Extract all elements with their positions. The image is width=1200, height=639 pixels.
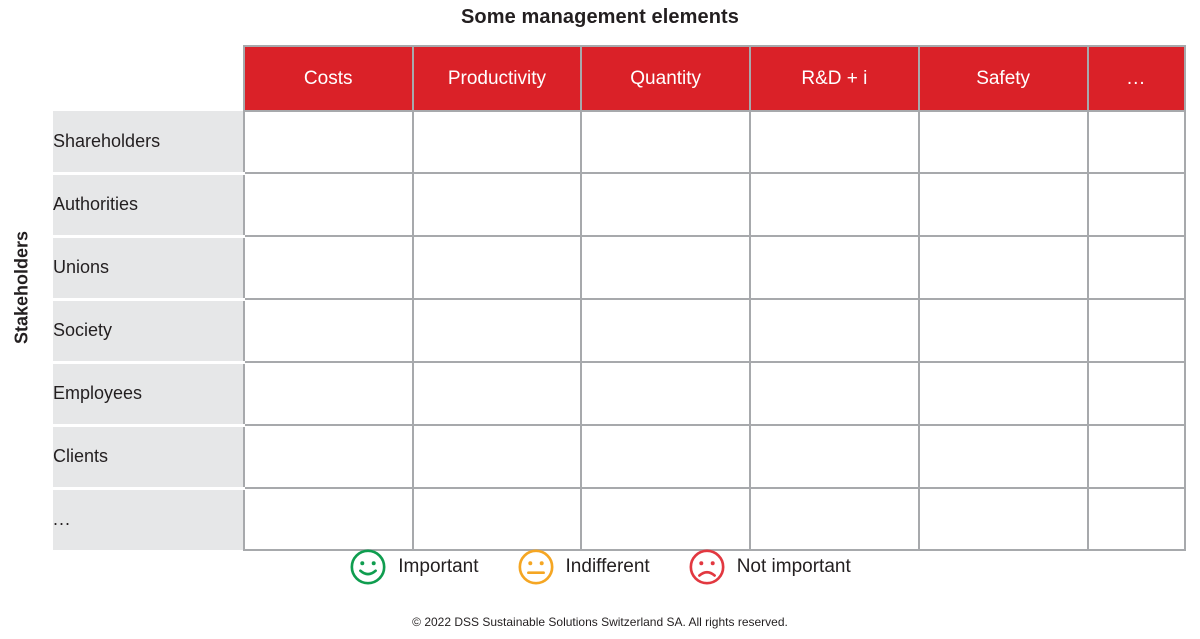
matrix-cell[interactable]: [1086, 361, 1186, 426]
column-header-safety[interactable]: Safety: [917, 45, 1089, 112]
legend-label-important: Important: [398, 556, 479, 577]
matrix-cell[interactable]: [580, 110, 752, 174]
matrix-cell[interactable]: [917, 298, 1089, 363]
row-label-unions[interactable]: Unions: [53, 236, 244, 301]
matrix-cell[interactable]: [580, 361, 752, 426]
matrix-cell[interactable]: [242, 110, 414, 174]
row-label-more[interactable]: ...: [53, 488, 244, 550]
matrix-cell[interactable]: [1086, 298, 1186, 363]
matrix-cell[interactable]: [411, 110, 583, 174]
legend-item-not-important: Not important: [688, 548, 851, 586]
smiley-neutral-icon: [517, 548, 555, 586]
matrix-cell[interactable]: [580, 298, 752, 363]
matrix-body: Shareholders Authorities Unions Society …: [53, 110, 1186, 551]
column-header-productivity[interactable]: Productivity: [411, 45, 583, 112]
row-label-clients[interactable]: Clients: [53, 425, 244, 490]
matrix-cell[interactable]: [917, 361, 1089, 426]
matrix-cell[interactable]: [580, 487, 752, 551]
matrix-cell[interactable]: [411, 172, 583, 237]
column-header-more[interactable]: ...: [1086, 45, 1186, 112]
legend-item-indifferent: Indifferent: [517, 548, 650, 586]
column-header-costs[interactable]: Costs: [242, 45, 414, 112]
table-row: Shareholders: [53, 110, 1186, 175]
matrix-cell[interactable]: [411, 487, 583, 551]
matrix-cell[interactable]: [580, 172, 752, 237]
matrix-cell[interactable]: [917, 424, 1089, 489]
stakeholder-matrix: Costs Productivity Quantity R&D + i Safe…: [53, 45, 1186, 551]
matrix-cell[interactable]: [1086, 424, 1186, 489]
matrix-cell[interactable]: [411, 235, 583, 300]
table-row: Society: [53, 298, 1186, 364]
table-row: ...: [53, 487, 1186, 551]
matrix-cell[interactable]: [917, 487, 1089, 551]
y-axis-label: Stakeholders: [11, 230, 32, 345]
table-row: Employees: [53, 361, 1186, 427]
matrix-cell[interactable]: [749, 487, 920, 551]
smiley-happy-icon: [349, 548, 387, 586]
matrix-cell[interactable]: [1086, 487, 1186, 551]
matrix-cell[interactable]: [411, 424, 583, 489]
matrix-cell[interactable]: [242, 487, 414, 551]
column-header-rd-plus-i[interactable]: R&D + i: [749, 45, 920, 112]
matrix-cell[interactable]: [749, 110, 920, 174]
matrix-cell[interactable]: [917, 110, 1089, 174]
matrix-cell[interactable]: [917, 235, 1089, 300]
matrix-cell[interactable]: [1086, 110, 1186, 174]
matrix-cell[interactable]: [749, 298, 920, 363]
row-label-authorities[interactable]: Authorities: [53, 173, 244, 238]
matrix-cell[interactable]: [917, 172, 1089, 237]
matrix-cell[interactable]: [1086, 235, 1186, 300]
legend-label-not-important: Not important: [736, 556, 851, 577]
matrix-cell[interactable]: [242, 361, 414, 426]
matrix-cell[interactable]: [242, 298, 414, 363]
row-label-employees[interactable]: Employees: [53, 362, 244, 427]
legend-label-indifferent: Indifferent: [565, 556, 650, 577]
page-title: Some management elements: [460, 6, 740, 28]
column-header-quantity[interactable]: Quantity: [580, 45, 752, 112]
matrix-cell[interactable]: [749, 172, 920, 237]
matrix-cell[interactable]: [749, 424, 920, 489]
row-label-shareholders[interactable]: Shareholders: [53, 111, 244, 175]
matrix-cell[interactable]: [242, 235, 414, 300]
matrix-cell[interactable]: [242, 424, 414, 489]
matrix-cell[interactable]: [749, 361, 920, 426]
table-row: Unions: [53, 235, 1186, 301]
matrix-cell[interactable]: [580, 235, 752, 300]
matrix-header-row: Costs Productivity Quantity R&D + i Safe…: [53, 45, 1186, 112]
row-label-society[interactable]: Society: [53, 299, 244, 364]
matrix-cell[interactable]: [1086, 172, 1186, 237]
matrix-cell[interactable]: [749, 235, 920, 300]
legend-item-important: Important: [349, 548, 479, 586]
table-row: Clients: [53, 424, 1186, 490]
copyright-footer: © 2022 DSS Sustainable Solutions Switzer…: [412, 615, 788, 629]
matrix-cell[interactable]: [580, 424, 752, 489]
matrix-cell[interactable]: [411, 361, 583, 426]
matrix-corner-cell: [53, 46, 244, 111]
matrix-cell[interactable]: [242, 172, 414, 237]
matrix-cell[interactable]: [411, 298, 583, 363]
smiley-sad-icon: [688, 548, 726, 586]
legend: Important Indifferent Not important: [0, 548, 1200, 586]
table-row: Authorities: [53, 172, 1186, 238]
